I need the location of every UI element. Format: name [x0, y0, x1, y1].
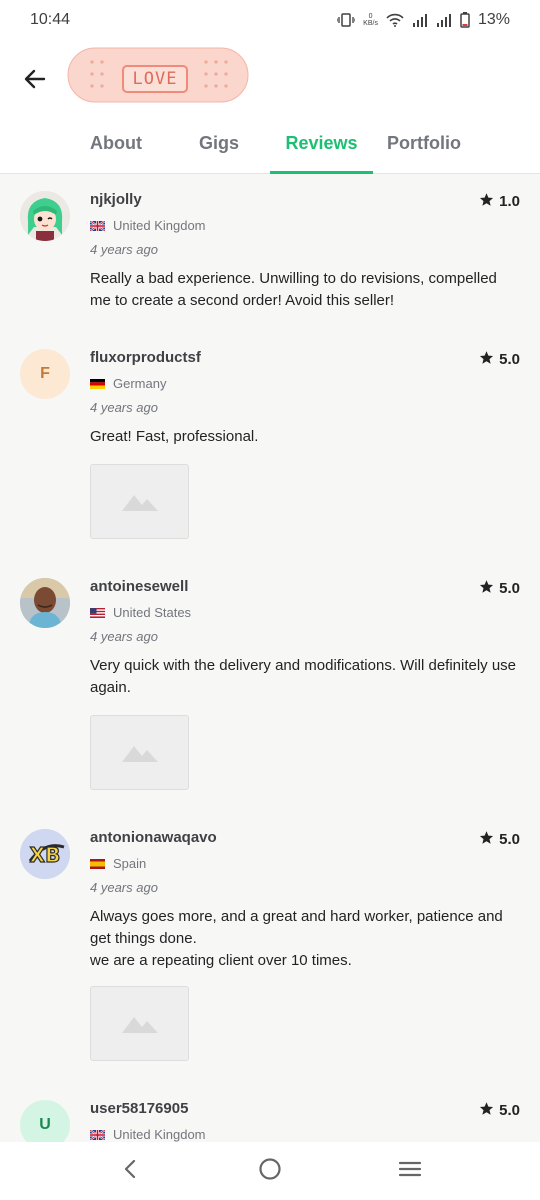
battery-icon	[460, 12, 470, 28]
avatar-text: XB	[30, 843, 61, 867]
review-rating: 5.0	[479, 579, 520, 598]
nav-home-button[interactable]	[240, 1142, 300, 1200]
spain-flag-icon	[90, 858, 105, 869]
rating-value: 5.0	[499, 580, 520, 597]
image-placeholder-icon	[121, 1009, 158, 1038]
review-item: antoinesewell 5.0 United States 4 years …	[0, 562, 540, 813]
photo-avatar-icon	[20, 578, 70, 628]
review-country: Spain	[90, 856, 146, 871]
home-nav-icon	[258, 1157, 282, 1186]
review-text: Really a bad experience. Unwilling to do…	[90, 270, 497, 309]
back-button[interactable]	[18, 64, 52, 98]
logo-text: LOVE	[122, 65, 188, 93]
review-username[interactable]: user58176905	[90, 1100, 188, 1117]
review-attachment-thumbnail[interactable]	[90, 715, 189, 790]
avatar[interactable]: F	[20, 349, 70, 399]
reviews-list[interactable]: njkjolly 1.0 United Kingdom 4 years ago …	[0, 175, 540, 1142]
back-nav-icon	[122, 1159, 138, 1184]
xb-logo-avatar-icon: XB	[20, 829, 70, 879]
net-speed-unit: KB/s	[363, 20, 378, 27]
status-bar: 10:44 0 KB/s 13%	[0, 0, 540, 40]
review-country: United States	[90, 605, 191, 620]
rating-value: 5.0	[499, 1102, 520, 1119]
review-rating: 1.0	[479, 192, 520, 211]
vibrate-icon	[337, 13, 356, 27]
tab-reviews[interactable]: Reviews	[270, 122, 373, 174]
recents-nav-icon	[398, 1159, 422, 1184]
star-icon	[479, 192, 494, 211]
image-placeholder-icon	[121, 738, 158, 767]
review-text: Very quick with the delivery and modific…	[90, 657, 517, 696]
review-country: Germany	[90, 376, 166, 391]
star-icon	[479, 350, 494, 369]
review-username[interactable]: fluxorproductsf	[90, 349, 201, 366]
rating-value: 1.0	[499, 193, 520, 210]
review-item: XB antonionawaqavo 5.0 Spain 4 years ago…	[0, 813, 540, 1084]
review-text: Great! Fast, professional.	[90, 428, 259, 445]
review-country: United Kingdom	[90, 218, 206, 233]
review-attachment-thumbnail[interactable]	[90, 986, 189, 1061]
us-flag-icon	[90, 607, 105, 618]
status-time: 10:44	[30, 11, 71, 28]
star-icon	[479, 579, 494, 598]
image-placeholder-icon	[121, 487, 158, 516]
signal-icon-2	[436, 13, 452, 27]
avatar[interactable]: XB	[20, 829, 70, 879]
review-username[interactable]: antoinesewell	[90, 578, 188, 595]
avatar[interactable]	[20, 191, 70, 241]
nav-recents-button[interactable]	[380, 1142, 440, 1200]
review-username[interactable]: antonionawaqavo	[90, 829, 217, 846]
review-time: 4 years ago	[90, 629, 158, 644]
review-country: United Kingdom	[90, 1127, 206, 1142]
review-rating: 5.0	[479, 1101, 520, 1120]
review-time: 4 years ago	[90, 880, 158, 895]
uk-flag-icon	[90, 1129, 105, 1140]
system-nav-bar	[0, 1142, 540, 1200]
country-name: Germany	[113, 376, 167, 391]
review-item: njkjolly 1.0 United Kingdom 4 years ago …	[0, 175, 540, 333]
star-icon	[479, 830, 494, 849]
review-time: 4 years ago	[90, 242, 158, 257]
net-speed: 0 KB/s	[363, 13, 378, 27]
nav-back-button[interactable]	[100, 1142, 160, 1200]
country-name: United Kingdom	[113, 218, 206, 233]
tab-portfolio[interactable]: Portfolio	[378, 122, 470, 174]
seller-logo: LOVE	[66, 44, 250, 106]
battery-percent: 13%	[477, 11, 510, 28]
avatar[interactable]: U	[20, 1100, 70, 1142]
uk-flag-icon	[90, 220, 105, 231]
rating-value: 5.0	[499, 831, 520, 848]
review-time: 4 years ago	[90, 400, 158, 415]
app-header: LOVE About Gigs Reviews Portfolio	[0, 40, 540, 174]
net-speed-value: 0	[368, 13, 373, 20]
review-item: F fluxorproductsf 5.0 Germany 4 years ag…	[0, 333, 540, 562]
review-rating: 5.0	[479, 350, 520, 369]
anime-character-avatar-icon	[20, 191, 70, 241]
review-attachment-thumbnail[interactable]	[90, 464, 189, 539]
status-icons: 0 KB/s 13%	[337, 11, 510, 29]
arrow-left-icon	[23, 67, 47, 96]
country-name: United States	[113, 605, 192, 620]
country-name: United Kingdom	[113, 1127, 206, 1142]
wifi-icon	[386, 13, 404, 27]
country-name: Spain	[113, 856, 147, 871]
tab-about[interactable]: About	[70, 122, 162, 174]
review-item: U user58176905 5.0 United Kingdom	[0, 1084, 540, 1142]
rating-value: 5.0	[499, 351, 520, 368]
review-text: Always goes more, and a great and hard w…	[90, 908, 503, 969]
profile-tabs: About Gigs Reviews Portfolio	[0, 122, 540, 174]
tab-gigs[interactable]: Gigs	[172, 122, 266, 174]
signal-icon	[412, 13, 428, 27]
germany-flag-icon	[90, 378, 105, 389]
avatar[interactable]	[20, 578, 70, 628]
star-icon	[479, 1101, 494, 1120]
review-rating: 5.0	[479, 830, 520, 849]
review-username[interactable]: njkjolly	[90, 191, 142, 208]
